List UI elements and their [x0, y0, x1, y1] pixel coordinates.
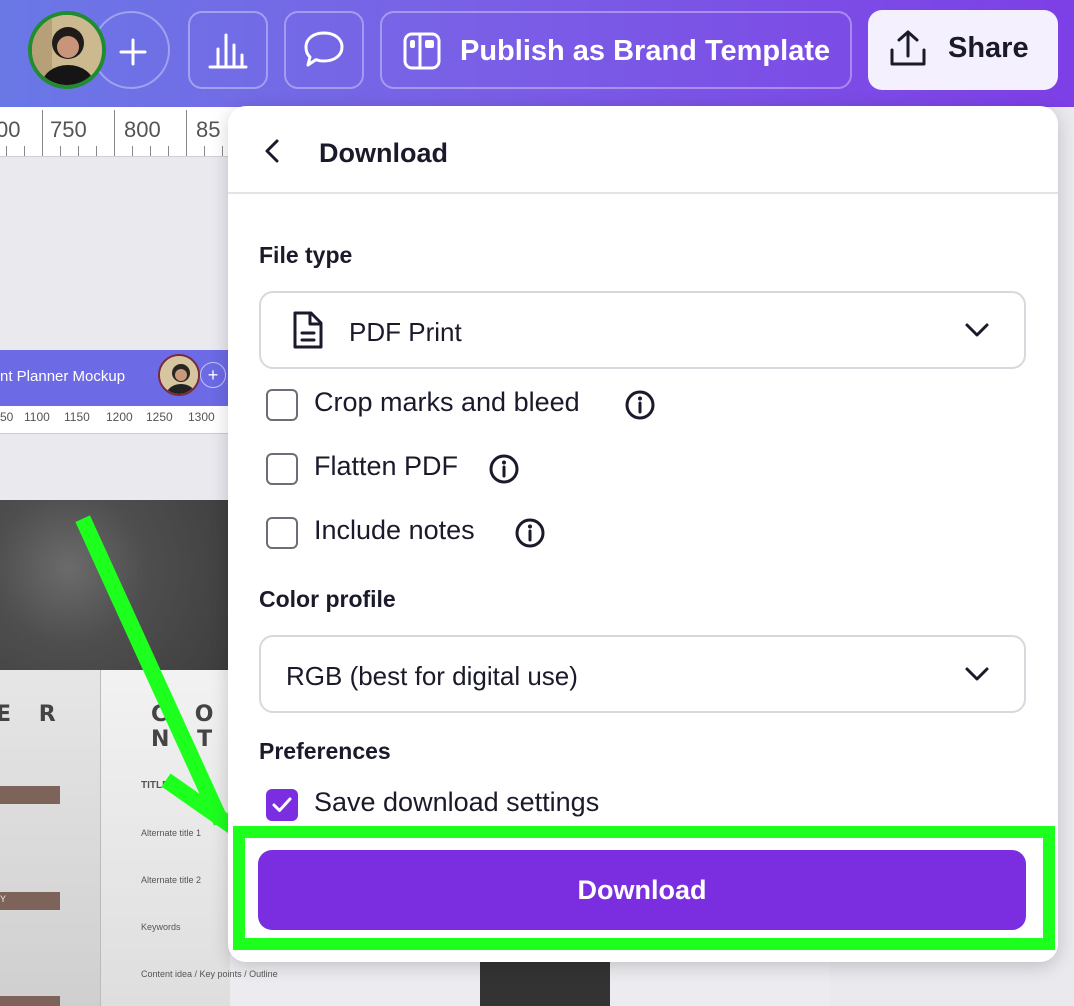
chevron-down-icon [965, 667, 989, 681]
include-notes-option[interactable]: Include notes [266, 515, 576, 549]
include-notes-checkbox[interactable] [266, 517, 298, 549]
color-profile-value: RGB (best for digital use) [286, 661, 578, 691]
save-settings-label: Save download settings [314, 787, 600, 817]
download-button[interactable]: Download [258, 850, 1026, 930]
panel-title: Download [319, 138, 448, 168]
save-settings-checkbox[interactable] [266, 789, 298, 821]
color-profile-label: Color profile [259, 586, 396, 612]
color-profile-select[interactable]: RGB (best for digital use) [259, 635, 1026, 713]
document-icon [293, 311, 323, 349]
back-chevron-icon[interactable] [258, 136, 288, 166]
crop-marks-label: Crop marks and bleed [314, 387, 580, 417]
info-icon[interactable] [514, 517, 546, 549]
save-settings-option[interactable]: Save download settings [266, 787, 686, 821]
info-icon[interactable] [488, 453, 520, 485]
flatten-pdf-checkbox[interactable] [266, 453, 298, 485]
crop-marks-checkbox[interactable] [266, 389, 298, 421]
file-type-value: PDF Print [349, 317, 462, 347]
file-type-select[interactable]: PDF Print [259, 291, 1026, 369]
checkmark-icon [272, 797, 292, 812]
crop-marks-option[interactable]: Crop marks and bleed [266, 387, 686, 421]
chevron-down-icon [965, 323, 989, 337]
panel-header: Download [228, 106, 1058, 194]
flatten-pdf-label: Flatten PDF [314, 451, 459, 481]
include-notes-label: Include notes [314, 515, 475, 545]
file-type-label: File type [259, 242, 353, 268]
preferences-label: Preferences [259, 738, 391, 764]
flatten-pdf-option[interactable]: Flatten PDF [266, 451, 556, 485]
info-icon[interactable] [624, 389, 656, 421]
